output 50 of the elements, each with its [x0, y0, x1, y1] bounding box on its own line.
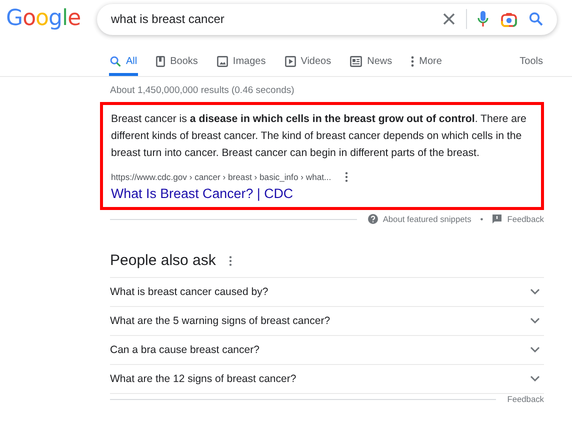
separator-dot: •	[480, 214, 484, 224]
search-tab[interactable]: Books	[155, 52, 199, 76]
question-text: What is breast cancer caused by?	[110, 286, 268, 298]
search-tab[interactable]: Videos	[284, 52, 332, 76]
search-field[interactable]: what is breast cancer	[97, 4, 557, 34]
tab-label: Images	[232, 56, 266, 66]
question-text: What are the 5 warning signs of breast cancer?	[110, 315, 330, 327]
book-icon	[156, 56, 166, 66]
question-text: What are the 12 signs of breast cancer?	[110, 373, 296, 385]
snippet-text: Breast cancer is a disease in which cells in the breast grow out of control. There are different kinds of breast cancer. The kind of breast cancer depends on which cells in the breast turn into cancer. Breast cancer can begin in different parts of the breast.	[111, 112, 528, 161]
image-icon	[216, 56, 228, 66]
camera-icon[interactable]	[501, 12, 517, 26]
microphone-icon[interactable]	[477, 10, 489, 28]
result-url: https://www.cdc.gov › cancer › breast › basic_info › what...	[111, 172, 332, 182]
question-row[interactable]: What are the 5 warning signs of breast cancer?	[110, 307, 544, 336]
search-icon	[110, 56, 121, 66]
chevron-icon[interactable]	[530, 376, 540, 382]
tab-label: More	[419, 56, 442, 66]
tab-label: All	[126, 56, 138, 66]
search-tab[interactable]: More	[410, 52, 443, 76]
help-icon	[368, 214, 378, 224]
chevron-icon[interactable]	[530, 347, 540, 353]
close-icon[interactable]	[442, 12, 456, 26]
feedback-link[interactable]: Feedback	[507, 214, 544, 224]
play-icon	[284, 56, 296, 66]
question-row[interactable]: What are the 12 signs of breast cancer?	[110, 365, 544, 394]
result-title-link[interactable]: What Is Breast Cancer? | CDC	[111, 185, 531, 202]
question-row[interactable]: What is breast cancer caused by?	[110, 278, 544, 307]
question-text: Can a bra cause breast cancer?	[110, 344, 260, 356]
search-text: what is breast cancer	[111, 12, 224, 26]
more-icon	[411, 56, 414, 66]
tab-label: Videos	[300, 56, 332, 66]
chevron-icon[interactable]	[530, 289, 540, 295]
tools-button[interactable]: Tools	[520, 52, 543, 76]
tab-label: Books	[170, 56, 198, 66]
feedback-link[interactable]: Feedback	[507, 394, 544, 404]
feedback-icon	[492, 214, 502, 224]
tab-label: News	[367, 56, 392, 66]
chevron-icon[interactable]	[530, 318, 540, 324]
google-logo[interactable]: Google	[0, 6, 97, 30]
more-options-icon[interactable]	[228, 256, 232, 266]
section-heading: People also ask	[110, 252, 216, 269]
result-stats: About 1,450,000,000 results (0.46 seconds)	[110, 84, 296, 98]
question-row[interactable]: Can a bra cause breast cancer?	[110, 336, 544, 365]
search-icon[interactable]	[529, 12, 543, 26]
search-tab[interactable]: News	[349, 52, 394, 76]
search-tab[interactable]: Images	[216, 52, 267, 76]
more-options-icon[interactable]	[345, 172, 348, 182]
about-snippets-link[interactable]: About featured snippets	[382, 214, 472, 224]
newspaper-icon	[350, 56, 362, 66]
